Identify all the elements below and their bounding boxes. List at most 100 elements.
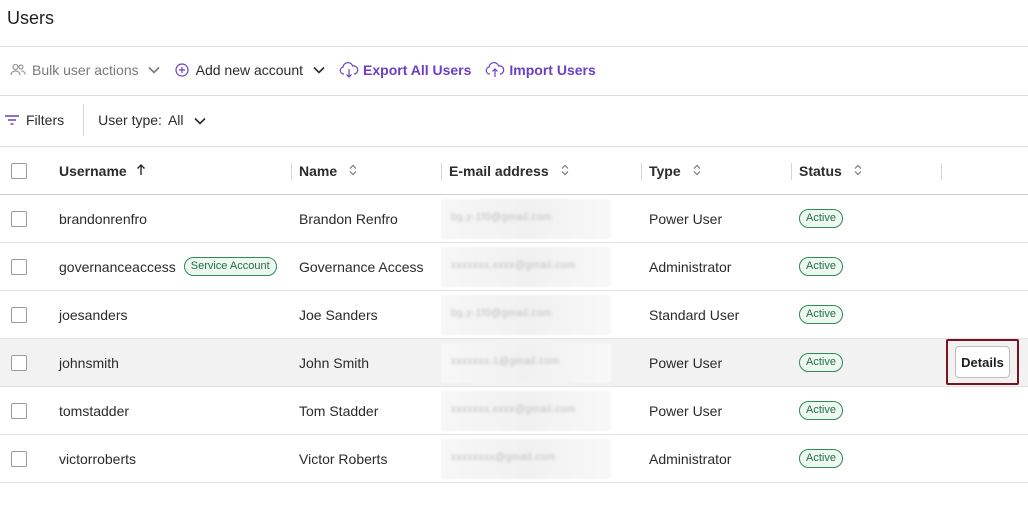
row-checkbox[interactable] [11,450,27,467]
status-badge: Active [799,353,843,372]
row-checkbox[interactable] [11,306,27,323]
username-cell: tomstadder [59,402,130,419]
table-row[interactable]: victorroberts Victor Roberts xxxxxxxx@gm… [0,435,1028,483]
row-select-cell [11,339,27,386]
sort-both-icon [561,163,569,179]
name-cell: Governance Access [299,258,424,275]
table-row[interactable]: brandonrenfro Brandon Renfro bg.y-1f0@gm… [0,195,1028,243]
user-type-dropdown[interactable]: User type: All [98,112,206,128]
email-redacted: bg.y-1f0@gmail.com [441,198,611,239]
row-checkbox[interactable] [11,210,27,227]
status-cell: Active [799,243,843,290]
row-checkbox[interactable] [11,354,27,371]
email-redacted: xxxxxxx.xxxx@gmail.com [441,246,611,287]
row-select-cell [11,291,27,338]
name-cell: John Smith [299,354,370,371]
email-redacted: xxxxxxx.xxxx@gmail.com [441,390,611,431]
type-cell: Power User [649,354,723,371]
toolbar: Bulk user actions Add new account Export… [10,58,596,82]
row-select-cell [11,435,27,482]
service-account-badge: Service Account [183,257,277,276]
email-obscured-text: xxxxxxx.xxxx@gmail.com [451,259,576,271]
email-obscured-text: xxxxxxx.xxxx@gmail.com [451,403,576,415]
type-cell: Standard User [649,306,740,323]
status-badge: Active [799,449,843,468]
column-separator [941,163,942,180]
email-obscured-text: xxxxxxx.1@gmail.com [451,355,560,367]
import-users-button[interactable]: Import Users [485,62,596,78]
header-type-label: Type [649,162,681,179]
header-status-label: Status [799,162,842,179]
email-cell: bg.y-1f0@gmail.com [441,291,611,338]
email-cell: xxxxxxx.xxxx@gmail.com [441,243,611,290]
import-users-label: Import Users [509,62,596,78]
row-checkbox[interactable] [11,258,27,275]
email-cell: xxxxxxx.xxxx@gmail.com [441,387,611,434]
filters-button[interactable]: Filters [5,112,64,128]
title-divider [0,46,1028,47]
users-table: Username Name E-mail address Type Status… [0,147,1028,483]
status-cell: Active [799,387,843,434]
header-username[interactable]: Username [59,147,146,194]
filter-icon [5,112,19,128]
sort-both-icon [854,163,862,179]
chevron-down-icon [148,66,160,74]
header-name[interactable]: Name [299,147,357,194]
row-select-cell [11,387,27,434]
email-redacted: xxxxxxx.1@gmail.com [441,342,611,383]
email-obscured-text: bg.y-1f0@gmail.com [451,211,552,223]
sort-both-icon [693,163,701,179]
email-obscured-text: bg.y-1f0@gmail.com [451,307,552,319]
column-separator [291,163,292,180]
email-cell: xxxxxxxx@gmail.com [441,435,611,482]
username-cell: joesanders [59,306,128,323]
header-type[interactable]: Type [649,147,701,194]
status-cell: Active [799,339,843,386]
users-icon [10,63,26,77]
email-redacted: xxxxxxxx@gmail.com [441,438,611,479]
details-highlight-box: Details [946,339,1019,385]
add-new-account-label: Add new account [195,62,304,78]
username-text: governanceaccess [59,258,176,275]
name-cell: Joe Sanders [299,306,378,323]
table-row[interactable]: tomstadder Tom Stadder xxxxxxx.xxxx@gmai… [0,387,1028,435]
sort-both-icon [349,163,357,179]
select-all-checkbox[interactable] [11,162,27,179]
username-cell: brandonrenfro [59,210,147,227]
header-name-label: Name [299,162,338,179]
chevron-down-icon [193,112,206,128]
user-type-label: User type: [98,112,162,128]
details-button[interactable]: Details [955,346,1010,378]
export-all-users-button[interactable]: Export All Users [339,62,471,78]
filters-label: Filters [26,112,65,128]
status-badge: Active [799,257,843,276]
type-cell: Administrator [649,258,732,275]
status-cell: Active [799,291,843,338]
bulk-user-actions-button[interactable]: Bulk user actions [10,62,160,78]
username-cell: johnsmith [59,354,119,371]
row-select-cell [11,195,27,242]
table-row[interactable]: joesanders Joe Sanders bg.y-1f0@gmail.co… [0,291,1028,339]
chevron-down-icon [313,66,325,74]
add-new-account-button[interactable]: Add new account [175,62,325,78]
name-cell: Tom Stadder [299,402,379,419]
header-email[interactable]: E-mail address [449,147,569,194]
plus-circle-icon [175,63,189,77]
table-row[interactable]: governanceaccess Service Account Governa… [0,243,1028,291]
bulk-user-actions-label: Bulk user actions [32,62,139,78]
page-title: Users [7,8,55,28]
export-all-users-label: Export All Users [363,62,472,78]
filter-divider [83,104,85,136]
type-cell: Administrator [649,450,732,467]
row-checkbox[interactable] [11,402,27,419]
table-row-selected[interactable]: johnsmith John Smith xxxxxxx.1@gmail.com… [0,339,1028,387]
type-cell: Power User [649,402,723,419]
row-select-cell [11,243,27,290]
header-email-label: E-mail address [449,162,549,179]
cloud-upload-icon [485,62,505,78]
username-cell: governanceaccess Service Account [59,243,277,290]
email-redacted: bg.y-1f0@gmail.com [441,294,611,335]
header-status[interactable]: Status [799,147,862,194]
email-cell: bg.y-1f0@gmail.com [441,195,611,242]
email-obscured-text: xxxxxxxx@gmail.com [451,451,556,463]
